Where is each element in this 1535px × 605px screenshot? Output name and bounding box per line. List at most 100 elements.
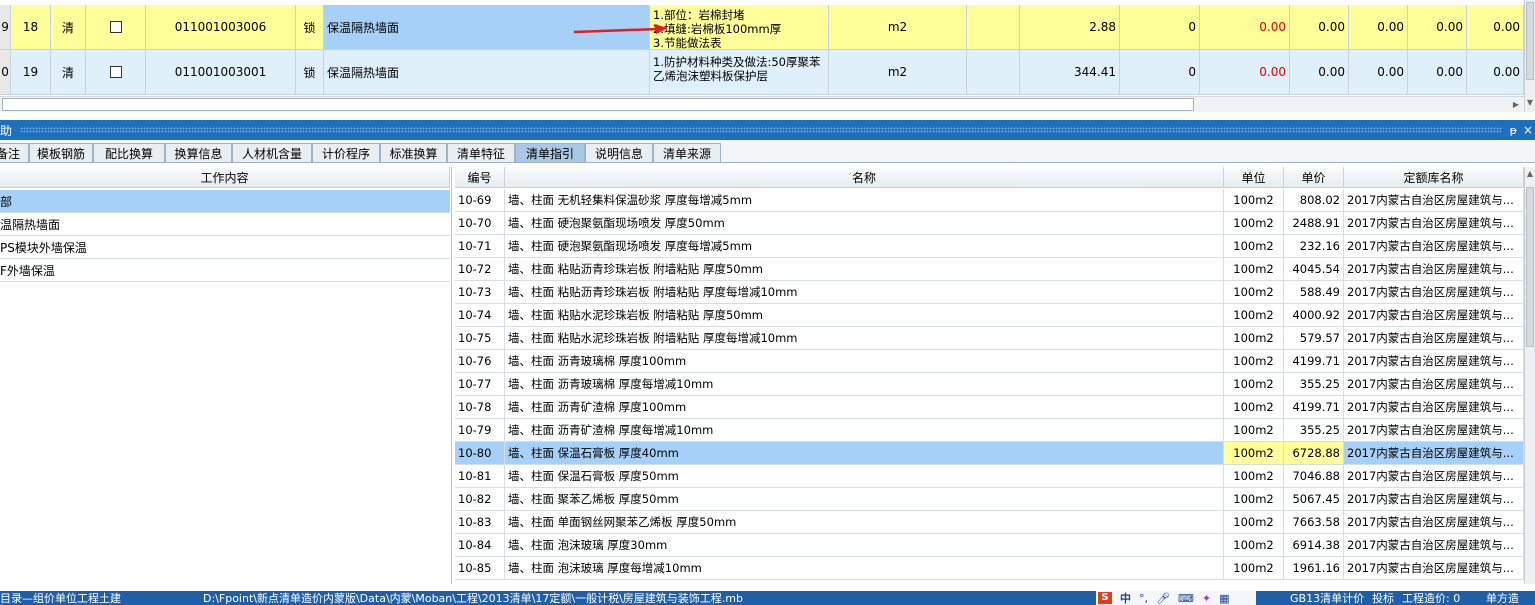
table-row[interactable]: 10-81 墙、柱面 保温石膏板 厚度50mm 100m2 7046.88 2017内蒙…: [455, 465, 1524, 488]
cell-unit: 100m2: [1224, 212, 1284, 235]
cell-library: 2017内蒙古自治区房屋建筑与...: [1344, 327, 1524, 350]
cell-library: 2017内蒙古自治区房屋建筑与...: [1344, 442, 1524, 465]
tab-bill-features[interactable]: 清单特征: [447, 143, 515, 162]
row-unit: m2: [829, 5, 967, 50]
row-index: 19: [11, 50, 51, 95]
col-header-name[interactable]: 名称: [505, 167, 1224, 188]
tab-bill-source[interactable]: 清单来源: [653, 143, 721, 162]
microphone-icon[interactable]: 🎤︎: [1156, 592, 1170, 605]
table-row[interactable]: 10-85 墙、柱面 泡沫玻璃 厚度每增减10mm 100m2 1961.16 2017…: [455, 557, 1524, 580]
cell-code: 10-71: [455, 235, 505, 258]
table-row[interactable]: 10-79 墙、柱面 沥青矿渣棉 厚度每增减10mm 100m2 355.25 2017…: [455, 419, 1524, 442]
cell-code: 10-69: [455, 189, 505, 212]
cell-price: 588.49: [1284, 281, 1344, 304]
tab-description[interactable]: 说明信息: [585, 143, 653, 162]
row-checkbox[interactable]: [109, 66, 122, 78]
cell-name: 墙、柱面 保温石膏板 厚度50mm: [505, 465, 1224, 488]
cell-name: 墙、柱面 无机轻集料保温砂浆 厚度每增减5mm: [505, 189, 1224, 212]
table-row[interactable]: 10-72 墙、柱面 粘贴沥青珍珠岩板 附墙粘贴 厚度50mm 100m2 4045.…: [455, 258, 1524, 281]
skin-icon[interactable]: ✦: [1202, 592, 1211, 605]
table-row[interactable]: 10-77 墙、柱面 沥青玻璃棉 厚度每增减10mm 100m2 355.25 2017…: [455, 373, 1524, 396]
row-value: 0.00: [1467, 5, 1524, 50]
tab-pricing-procedure[interactable]: 计价程序: [312, 143, 380, 162]
table-row[interactable]: 10-74 墙、柱面 粘贴水泥珍珠岩板 附墙粘贴 厚度50mm 100m2 4000.…: [455, 304, 1524, 327]
tab-standard-conversion[interactable]: 标准换算: [380, 143, 447, 162]
row-value: 0.00: [1349, 5, 1408, 50]
scroll-thumb[interactable]: [1526, 187, 1534, 347]
row-value: 0.00: [1200, 50, 1290, 95]
row-lock: 锁: [296, 5, 324, 50]
row-value: 0: [1120, 50, 1200, 95]
col-header-unit[interactable]: 单位: [1224, 167, 1284, 188]
cell-name: 墙、柱面 泡沫玻璃 厚度每增减10mm: [505, 557, 1224, 580]
table-row[interactable]: 10-78 墙、柱面 沥青矿渣棉 厚度100mm 100m2 4199.71 2017内…: [455, 396, 1524, 419]
table-row[interactable]: 10-82 墙、柱面 聚苯乙烯板 厚度50mm 100m2 5067.45 2017内蒙…: [455, 488, 1524, 511]
table-row[interactable]: 10-71 墙、柱面 硬泡聚氨酯现场喷发 厚度每增减5mm 100m2 232.16 2…: [455, 235, 1524, 258]
quota-rows: 10-69 墙、柱面 无机轻集料保温砂浆 厚度每增减5mm 100m2 808.02 2…: [0, 189, 1524, 584]
cell-code: 10-78: [455, 396, 505, 419]
toolbox-icon[interactable]: ▦: [1219, 592, 1229, 605]
status-bid: 投标: [1372, 592, 1394, 605]
table-row[interactable]: 10-84 墙、柱面 泡沫玻璃 厚度30mm 100m2 6914.38 2017内蒙古…: [455, 534, 1524, 557]
scroll-up-icon[interactable]: ▲: [1526, 169, 1534, 181]
scroll-right-icon[interactable]: ▶: [1510, 98, 1522, 111]
status-unit-cost: 单方造: [1486, 592, 1519, 605]
cell-unit: 100m2: [1224, 235, 1284, 258]
tab-label: 配比换算: [104, 146, 153, 161]
table-row[interactable]: 10-69 墙、柱面 无机轻集料保温砂浆 厚度每增减5mm 100m2 808.02 2…: [455, 189, 1524, 212]
table-row[interactable]: 10-83 墙、柱面 单面钢丝网聚苯乙烯板 厚度50mm 100m2 7663.58 2…: [455, 511, 1524, 534]
horizontal-scroll-thumb[interactable]: [2, 98, 1194, 111]
col-header-library[interactable]: 定额库名称: [1344, 167, 1524, 188]
table-row[interactable]: 10-80 墙、柱面 保温石膏板 厚度40mm 100m2 6728.88 2017内蒙…: [455, 442, 1524, 465]
row-features[interactable]: 1.防护材料种类及做法:50厚聚苯 乙烯泡沫塑料板保护层: [650, 50, 829, 95]
cell-unit: 100m2: [1224, 281, 1284, 304]
col-header-code[interactable]: 编号: [455, 167, 505, 188]
top-vertical-scrollbar[interactable]: ▼: [1524, 0, 1535, 112]
row-unit: m2: [829, 50, 967, 95]
quota-vertical-scrollbar[interactable]: ▲: [1524, 167, 1535, 584]
table-row[interactable]: 10-75 墙、柱面 粘贴水泥珍珠岩板 附墙粘贴 厚度每增减10mm 100m2 57…: [455, 327, 1524, 350]
cell-price: 6914.38: [1284, 534, 1344, 557]
pin-icon[interactable]: ᵽ: [1510, 124, 1517, 137]
tab-conversion-info[interactable]: 换算信息: [165, 143, 232, 162]
table-row[interactable]: 10-70 墙、柱面 硬泡聚氨酯现场喷发 厚度50mm 100m2 2488.91 20…: [455, 212, 1524, 235]
table-row[interactable]: 0 19 清 011001003001 锁 保温隔热墙面 1.防护材料种类及做法…: [0, 50, 1524, 95]
sogou-logo-icon[interactable]: S: [1098, 592, 1112, 604]
cell-library: 2017内蒙古自治区房屋建筑与...: [1344, 235, 1524, 258]
row-checkbox-cell[interactable]: [86, 50, 146, 95]
tab-mix-conversion[interactable]: 配比换算: [93, 143, 165, 162]
scroll-thumb[interactable]: [1526, 2, 1534, 80]
table-row[interactable]: 10-73 墙、柱面 粘贴沥青珍珠岩板 附墙粘贴 厚度每增减10mm 100m2 58…: [455, 281, 1524, 304]
punctuation-icon[interactable]: °,: [1139, 592, 1148, 605]
table-row[interactable]: 9 18 清 011001003006 锁 保温隔热墙面 1.部位：岩棉封堵 2…: [0, 5, 1524, 50]
cell-name: 墙、柱面 沥青矿渣棉 厚度每增减10mm: [505, 419, 1224, 442]
ime-toolbar[interactable]: S 中 °, 🎤︎ ⌨ ✦ ▦: [1096, 591, 1256, 605]
cell-name: 墙、柱面 沥青矿渣棉 厚度100mm: [505, 396, 1224, 419]
tab-labor-material[interactable]: 人材机含量: [232, 143, 312, 162]
cell-price: 4199.71: [1284, 350, 1344, 373]
tab-bill-guide[interactable]: 清单指引: [515, 143, 585, 162]
cell-unit: 100m2: [1224, 189, 1284, 212]
row-checkbox-cell[interactable]: [86, 5, 146, 50]
row-features[interactable]: 1.部位：岩棉封堵 2.填缝:岩棉板100mm厚 3.节能做法表: [650, 5, 829, 50]
ime-chinese-mode[interactable]: 中: [1120, 591, 1131, 605]
cell-price: 6728.88: [1284, 442, 1344, 465]
tab-label: 清单特征: [456, 146, 505, 161]
row-name[interactable]: 保温隔热墙面: [324, 50, 650, 95]
table-row[interactable]: 10-76 墙、柱面 沥青玻璃棉 厚度100mm 100m2 4199.71 2017内…: [455, 350, 1524, 373]
keyboard-icon[interactable]: ⌨: [1178, 592, 1194, 605]
close-icon[interactable]: ×: [1523, 123, 1533, 137]
horizontal-scrollbar[interactable]: ▶: [0, 96, 1524, 112]
tab-notes[interactable]: 备注: [0, 143, 29, 162]
cell-code: 10-76: [455, 350, 505, 373]
annotation-arrow-icon: [573, 24, 668, 34]
col-header-price[interactable]: 单价: [1284, 167, 1344, 188]
cell-unit: 100m2: [1224, 534, 1284, 557]
cell-price: 4045.54: [1284, 258, 1344, 281]
cell-price: 7663.58: [1284, 511, 1344, 534]
cell-library: 2017内蒙古自治区房屋建筑与...: [1344, 212, 1524, 235]
scroll-down-icon[interactable]: ▼: [1526, 98, 1534, 110]
tab-template-rebar[interactable]: 模板钢筋: [29, 143, 93, 162]
row-checkbox[interactable]: [109, 21, 122, 33]
cell-unit: 100m2: [1224, 258, 1284, 281]
